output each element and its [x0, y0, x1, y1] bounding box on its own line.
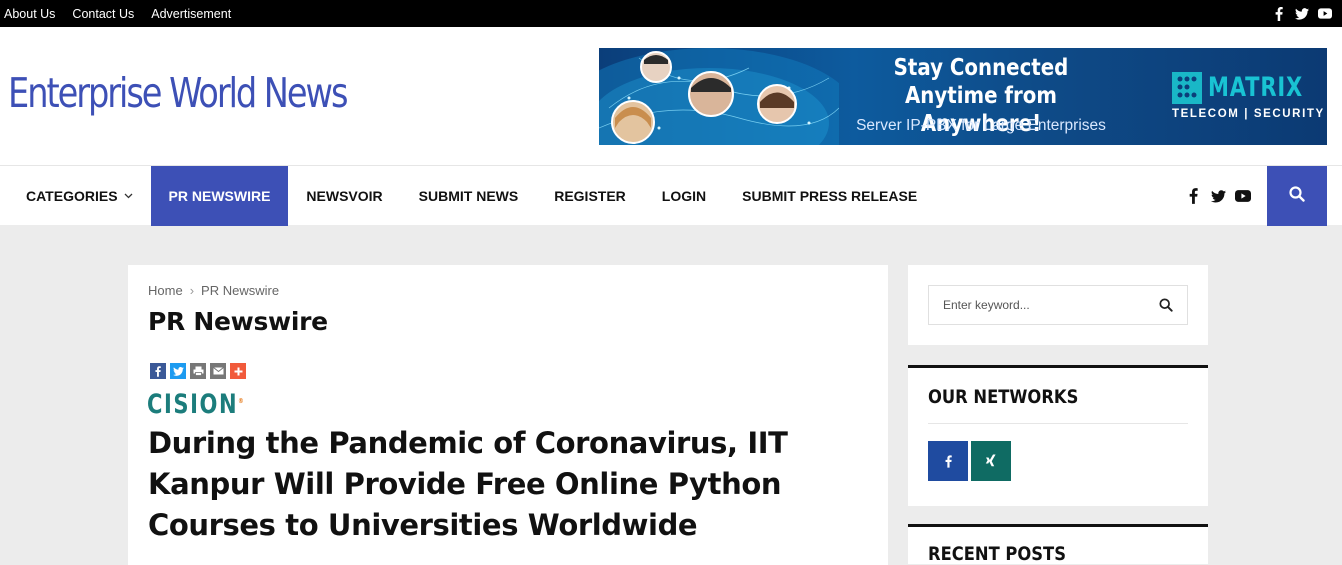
chevron-down-icon [124, 191, 133, 202]
ad-banner[interactable]: Stay Connected Anytime from Anywhere! Se… [599, 48, 1327, 145]
network-buttons [928, 441, 1011, 481]
search-icon [1289, 185, 1305, 207]
matrix-brand-tagline: TELECOM | SECURITY [1172, 108, 1325, 120]
nav-social [1185, 166, 1251, 226]
nav-item-categories[interactable]: CATEGORIES [8, 166, 151, 226]
xing-icon[interactable] [971, 441, 1011, 481]
nav-item-submit-press-release[interactable]: SUBMIT PRESS RELEASE [724, 166, 935, 226]
search-field [928, 285, 1188, 325]
article-headline[interactable]: During the Pandemic of Coronavirus, IIT … [148, 423, 848, 546]
breadcrumb: Home › PR Newswire [148, 283, 279, 298]
twitter-icon[interactable] [1210, 188, 1226, 204]
search-icon[interactable] [1159, 298, 1173, 312]
banner-subline: Server IP-PBX for Large Enterprises [856, 117, 1106, 134]
nav-item-register[interactable]: REGISTER [536, 166, 644, 226]
matrix-brand-name: MATRIX [1208, 72, 1303, 103]
nav-item-login[interactable]: LOGIN [644, 166, 724, 226]
main-content: Home › PR Newswire PR Newswire CISION® D… [128, 265, 888, 565]
nav-item-label: CATEGORIES [26, 188, 118, 204]
sidebar-search-widget [908, 265, 1208, 345]
share-bar [150, 363, 246, 379]
contact-us-link[interactable]: Contact Us [72, 7, 134, 21]
facebook-icon[interactable] [1185, 188, 1201, 204]
top-bar: About Us Contact Us Advertisement [0, 0, 1342, 27]
recent-posts-widget: RECENT POSTS [908, 524, 1208, 564]
divider [928, 423, 1188, 424]
nav-item-pr-newswire[interactable]: PR NEWSWIRE [150, 166, 289, 226]
search-input[interactable] [929, 286, 1149, 324]
main-nav: CATEGORIES PR NEWSWIRE NEWSVOIR SUBMIT N… [0, 165, 1342, 226]
cision-logo-text: CISION [147, 389, 239, 420]
globe-network-graphic [599, 48, 839, 145]
nav-search-button[interactable] [1267, 166, 1327, 226]
top-social [1272, 0, 1332, 27]
page-title: PR Newswire [148, 307, 328, 336]
about-us-link[interactable]: About Us [4, 7, 55, 21]
nav-items: CATEGORIES PR NEWSWIRE NEWSVOIR SUBMIT N… [8, 166, 935, 226]
matrix-brand: MATRIX TELECOM | SECURITY [1172, 72, 1325, 124]
email-icon[interactable] [210, 363, 226, 379]
nav-item-submit-news[interactable]: SUBMIT NEWS [401, 166, 537, 226]
top-links: About Us Contact Us Advertisement [4, 0, 231, 27]
site-logo[interactable]: Enterprise World News [8, 69, 349, 117]
youtube-icon[interactable] [1318, 7, 1332, 21]
facebook-icon[interactable] [928, 441, 968, 481]
facebook-icon[interactable] [1272, 6, 1286, 21]
breadcrumb-separator: › [189, 283, 195, 298]
plus-icon[interactable] [230, 363, 246, 379]
breadcrumb-current: PR Newswire [201, 283, 280, 298]
breadcrumb-home[interactable]: Home [148, 283, 183, 298]
twitter-icon[interactable] [1295, 7, 1309, 21]
print-icon[interactable] [190, 363, 206, 379]
networks-widget: OUR NETWORKS [908, 365, 1208, 506]
youtube-icon[interactable] [1235, 188, 1251, 204]
facebook-icon[interactable] [150, 363, 166, 379]
matrix-logo-icon [1172, 72, 1202, 104]
advertisement-link[interactable]: Advertisement [151, 7, 231, 21]
twitter-icon[interactable] [170, 363, 186, 379]
recent-posts-title: RECENT POSTS [928, 543, 1066, 564]
cision-logo: CISION® [147, 389, 246, 420]
nav-item-newsvoir[interactable]: NEWSVOIR [288, 166, 400, 226]
site-header: Enterprise World News Stay Connected Any… [0, 27, 1342, 165]
networks-title: OUR NETWORKS [928, 386, 1079, 408]
banner-headline-line1: Stay Connected [893, 55, 1069, 81]
